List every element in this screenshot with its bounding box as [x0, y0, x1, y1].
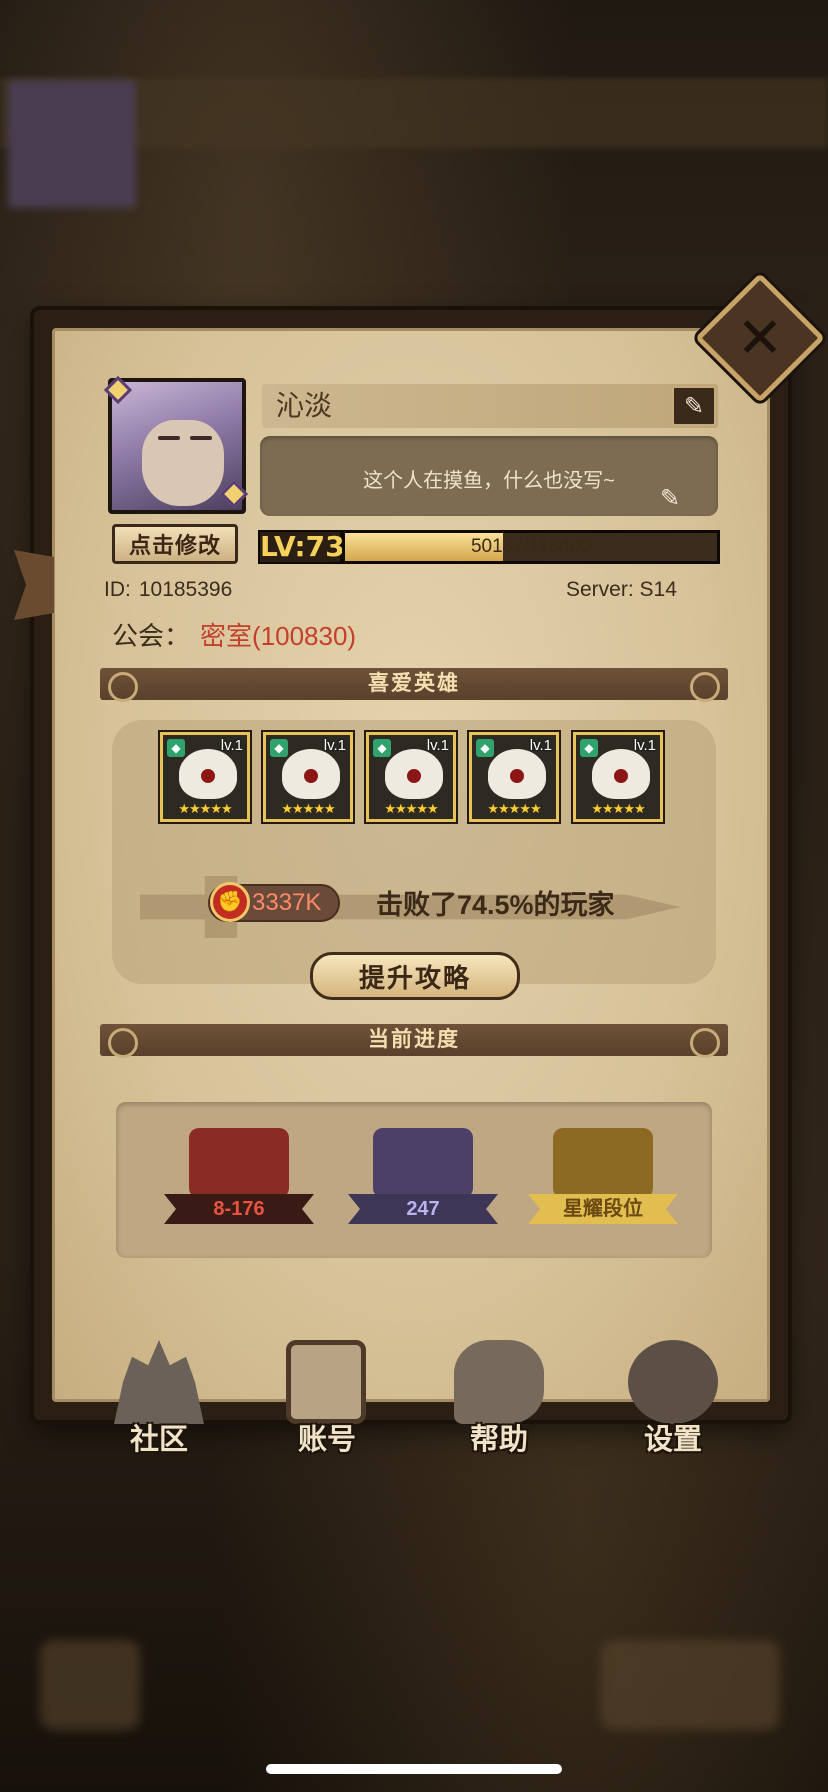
tower-progress-label: 247 [348, 1194, 498, 1224]
hero-stars: ★★★★★ [178, 801, 232, 816]
hero-card[interactable]: ◆ lv.1 ★★★★★ [573, 732, 663, 822]
pencil-icon[interactable]: ✎ [660, 484, 680, 513]
hero-level: lv.1 [426, 737, 449, 754]
close-icon[interactable]: ✕ [714, 292, 806, 384]
rank-progress-label: 星耀段位 [528, 1194, 678, 1224]
background-avatar [8, 80, 136, 208]
guild-label: 公会： [112, 621, 191, 651]
improve-strategy-button[interactable]: 提升攻略 [310, 952, 520, 1000]
background-button [40, 1640, 140, 1730]
hero-card[interactable]: ◆ lv.1 ★★★★★ [160, 732, 250, 822]
signature-text: 这个人在摸鱼，什么也没写~ [363, 470, 615, 492]
id-label: ID: [104, 578, 131, 601]
nav-account-label: 账号 [297, 1424, 356, 1456]
book-icon [189, 1128, 289, 1198]
class-shield-icon: ◆ [373, 739, 391, 757]
server-text: Server: S14 [566, 578, 677, 601]
xp-text: 50137/118400 [470, 536, 592, 557]
nav-help-label: 帮助 [469, 1424, 528, 1456]
castle-icon [114, 1340, 204, 1424]
id-value: 10185396 [138, 578, 233, 601]
progress-title: 当前进度 [368, 1028, 460, 1051]
hero-card[interactable]: ◆ lv.1 ★★★★★ [263, 732, 353, 822]
guild-name[interactable]: 密室(100830) [200, 621, 356, 651]
hero-level: lv.1 [323, 737, 346, 754]
pencil-icon: ✎ [683, 392, 705, 420]
home-indicator[interactable] [266, 1764, 562, 1774]
class-shield-icon: ◆ [580, 739, 598, 757]
edit-name-button[interactable]: ✎ [672, 386, 716, 426]
gear-icon [628, 1340, 718, 1424]
class-shield-icon: ◆ [476, 739, 494, 757]
rank-progress-badge[interactable]: 星耀段位 [528, 1128, 678, 1228]
power-value: 3337K [252, 889, 322, 916]
account-card-icon [286, 1340, 366, 1424]
nav-account[interactable]: 账号 [272, 1340, 382, 1460]
hero-card[interactable]: ◆ lv.1 ★★★★★ [366, 732, 456, 822]
hero-stars: ★★★★★ [281, 801, 335, 816]
level-badge: LV:73 [258, 530, 345, 564]
hero-stars: ★★★★★ [591, 801, 645, 816]
player-id: ID: 10185396 [104, 578, 232, 602]
hero-level: lv.1 [633, 737, 656, 754]
chat-bubble-icon [454, 1340, 544, 1424]
nav-settings[interactable]: 设置 [618, 1340, 728, 1460]
guild-row: 公会： 密室(100830) [112, 616, 356, 653]
hero-level: lv.1 [220, 737, 243, 754]
hero-level: lv.1 [529, 737, 552, 754]
tower-progress-badge[interactable]: 247 [348, 1128, 498, 1228]
player-name: 沁淡 [262, 384, 718, 428]
nav-community[interactable]: 社区 [104, 1340, 214, 1460]
nav-community-label: 社区 [129, 1424, 188, 1456]
stage-progress-label: 8-176 [164, 1194, 314, 1224]
class-shield-icon: ◆ [270, 739, 288, 757]
class-shield-icon: ◆ [167, 739, 185, 757]
hero-card[interactable]: ◆ lv.1 ★★★★★ [469, 732, 559, 822]
nav-settings-label: 设置 [643, 1424, 702, 1456]
edit-avatar-button[interactable]: 点击修改 [112, 524, 238, 564]
favorite-heroes-title: 喜爱英雄 [368, 672, 460, 695]
fist-icon: ✊ [210, 882, 250, 922]
sword-icon [373, 1128, 473, 1198]
defeat-text: 击败了74.5%的玩家 [376, 890, 615, 920]
stage-progress-badge[interactable]: 8-176 [164, 1128, 314, 1228]
hero-stars: ★★★★★ [384, 801, 438, 816]
nav-help[interactable]: 帮助 [444, 1340, 554, 1460]
hero-stars: ★★★★★ [487, 801, 541, 816]
crossed-swords-icon [553, 1128, 653, 1198]
background-button [600, 1640, 780, 1730]
